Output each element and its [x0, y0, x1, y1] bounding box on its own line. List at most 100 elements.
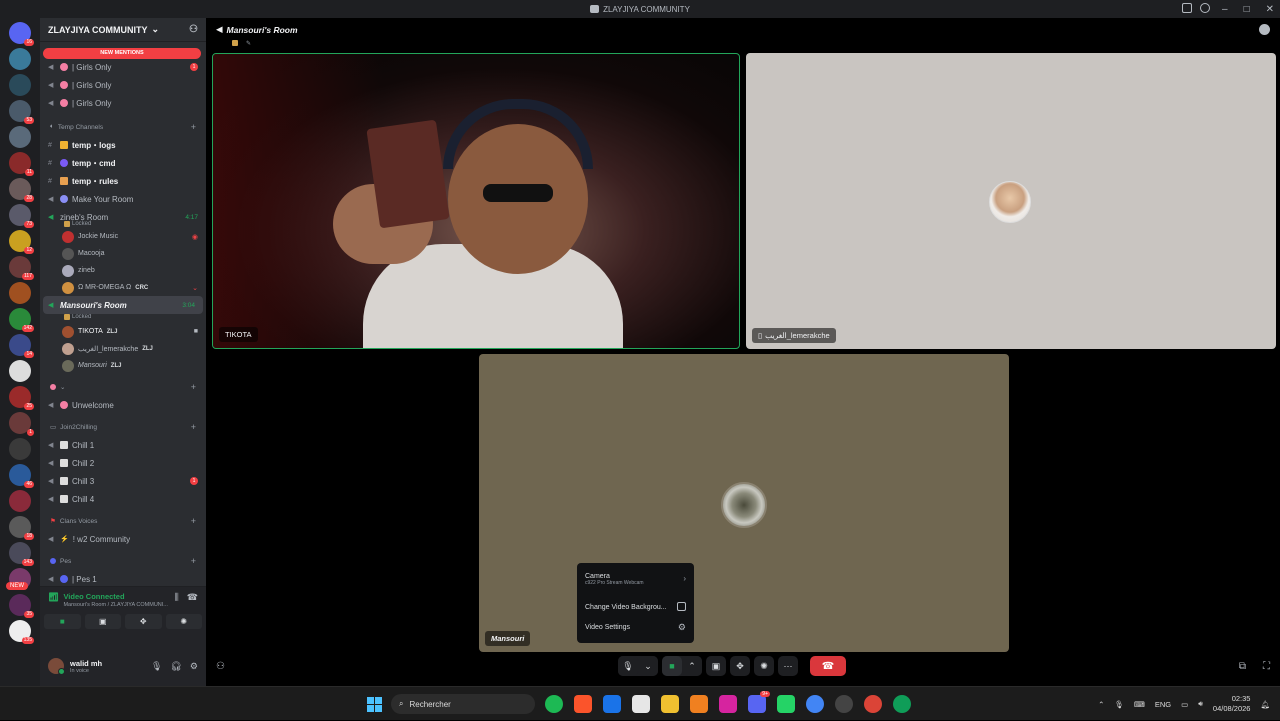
pencil-icon[interactable]: ✎	[246, 40, 251, 47]
server-icon[interactable]	[9, 282, 31, 304]
camera-toggle-button[interactable]: ■	[44, 614, 81, 629]
server-icon[interactable]: 11	[9, 152, 34, 176]
text-channel[interactable]: # temp・cmd	[40, 154, 206, 172]
server-icon[interactable]	[9, 360, 31, 382]
voice-channel[interactable]: ◀︎ Unwelcome	[40, 396, 206, 414]
add-channel-icon[interactable]: +	[191, 122, 196, 132]
inbox-icon[interactable]	[1182, 3, 1192, 13]
voice-channel[interactable]: ◀︎ Chill 1	[40, 436, 206, 454]
chrome-icon[interactable]	[806, 695, 824, 713]
server-icon[interactable]	[9, 438, 31, 460]
server-icon[interactable]	[9, 74, 31, 96]
voice-user[interactable]: Macooja	[40, 245, 206, 262]
language-indicator[interactable]: ENG	[1155, 700, 1171, 709]
add-channel-icon[interactable]: +	[191, 422, 196, 432]
guild-header[interactable]: ZLAYJIYA COMMUNITY ⌄ ⚇	[40, 18, 206, 42]
server-icon[interactable]: 117	[9, 256, 34, 280]
text-channel[interactable]: # temp・logs	[40, 136, 206, 154]
server-icon[interactable]: 25	[9, 386, 34, 410]
microphone-icon[interactable]: 🎙︎	[1114, 700, 1124, 709]
vlc-icon[interactable]	[690, 695, 708, 713]
voice-user[interactable]: Mansouri ZLJ	[40, 357, 206, 374]
clock[interactable]: 02:35 04/08/2026	[1213, 694, 1251, 714]
screen-share-button[interactable]: ▣	[706, 656, 726, 676]
settings-icon[interactable]	[835, 695, 853, 713]
voice-channel[interactable]: ◀︎ | Girls Only	[40, 76, 206, 94]
whatsapp-icon[interactable]	[777, 695, 795, 713]
server-icon[interactable]	[9, 48, 31, 70]
voice-channel[interactable]: ◀︎ Chill 3 1	[40, 472, 206, 490]
category-clans-voices[interactable]: ⚑ Clans Voices +	[40, 512, 206, 530]
gear-icon[interactable]: ⚙	[190, 661, 198, 672]
popout-icon[interactable]: ⧉	[1239, 661, 1246, 672]
server-icon[interactable]: 12	[9, 230, 34, 254]
server-icon[interactable]: 35	[9, 594, 34, 618]
chevron-down-icon[interactable]: ⌄	[638, 656, 658, 676]
keyboard-icon[interactable]: ⌨	[1134, 700, 1145, 709]
text-channel[interactable]: # temp・rules	[40, 172, 206, 190]
close-button[interactable]: ✕	[1266, 4, 1274, 15]
fullscreen-icon[interactable]: ⛶	[1263, 661, 1270, 672]
chrome-profile-icon[interactable]	[893, 695, 911, 713]
voice-channel[interactable]: ◀︎ Chill 4	[40, 490, 206, 508]
signal-icon[interactable]: 📶︎	[48, 592, 59, 603]
voice-channel[interactable]: ◀︎ Chill 2	[40, 454, 206, 472]
microphone-icon[interactable]: 🎙︎	[151, 661, 162, 672]
avatar[interactable]	[48, 658, 65, 675]
chevron-up-icon[interactable]: ⌃	[682, 656, 702, 676]
category-join2chilling[interactable]: ▭ Join2Chilling +	[40, 418, 206, 436]
discord-icon[interactable]: 9+	[748, 691, 770, 713]
voice-user[interactable]: TIKOTA ZLJ ■	[40, 323, 206, 340]
make-room-channel[interactable]: ◀︎ Make Your Room	[40, 190, 206, 208]
server-icon[interactable]: 1	[9, 412, 34, 436]
voice-user[interactable]: Ω MR-OMEGA Ω CRC ⌄	[40, 279, 206, 296]
noise-suppression-icon[interactable]: ⫼	[175, 592, 179, 603]
disconnect-icon[interactable]: ☎︎	[187, 592, 198, 603]
taskbar-search[interactable]: ⌕ Rechercher	[391, 694, 535, 714]
leave-call-button[interactable]: ☎︎	[810, 656, 846, 676]
voice-user[interactable]: Jockie Music ◉	[40, 228, 206, 245]
category-temp-channels[interactable]: 🔈︎ Temp Channels +	[40, 118, 206, 136]
headphones-icon[interactable]: 🎧︎	[170, 661, 181, 672]
spotify-icon[interactable]	[545, 695, 563, 713]
microphone-button[interactable]: 🎙︎	[618, 656, 638, 676]
category-unnamed[interactable]: ⌄ +	[40, 378, 206, 396]
add-channel-icon[interactable]: +	[191, 516, 196, 526]
minimize-button[interactable]: –	[1222, 4, 1228, 15]
server-icon[interactable]: 142	[9, 308, 34, 332]
voice-user[interactable]: الغريب_lemerakche ZLJ	[40, 340, 206, 357]
maximize-button[interactable]: □	[1244, 4, 1250, 15]
home-button[interactable]: 16	[9, 22, 34, 46]
server-icon[interactable]: 14	[9, 334, 34, 358]
chat-icon[interactable]	[1259, 24, 1270, 35]
windows-start-button[interactable]	[367, 697, 382, 712]
network-icon[interactable]: ▭	[1181, 700, 1188, 709]
new-pill[interactable]: NEW	[6, 582, 28, 590]
server-icon[interactable]: 28	[9, 178, 34, 202]
server-icon[interactable]	[9, 126, 31, 148]
activities-button[interactable]: ✥	[125, 614, 162, 629]
voice-channel[interactable]: ◀︎ ⚡ ! w2 Community	[40, 530, 206, 548]
volume-icon[interactable]: 🔊︎	[1198, 699, 1203, 709]
soundboard-button[interactable]: ✺	[165, 614, 202, 629]
chrome-profile-icon[interactable]	[864, 695, 882, 713]
screen-share-button[interactable]: ▣	[84, 614, 121, 629]
store-icon[interactable]	[632, 695, 650, 713]
video-tile-tikota[interactable]: TIKOTA	[212, 53, 740, 349]
add-channel-icon[interactable]: +	[191, 556, 196, 566]
change-background-item[interactable]: Change Video Backgrou...	[585, 597, 686, 617]
server-icon[interactable]: 53	[9, 100, 34, 124]
invite-icon[interactable]: ⚇	[216, 661, 225, 672]
server-icon[interactable]: 143	[9, 542, 34, 566]
activities-button[interactable]: ✥	[730, 656, 750, 676]
add-channel-icon[interactable]: +	[191, 382, 196, 392]
notification-icon[interactable]: 🔔︎	[1260, 700, 1270, 709]
voice-user[interactable]: zineb	[40, 262, 206, 279]
server-icon[interactable]: 18	[9, 516, 34, 540]
help-icon[interactable]	[1200, 3, 1210, 13]
video-tile-lemerakche[interactable]: ▯ الغريب_lemerakche	[746, 53, 1276, 349]
camera-select-item[interactable]: Camera c922 Pro Stream Webcam ›	[585, 569, 686, 589]
brave-icon[interactable]	[574, 695, 592, 713]
camera-button[interactable]: ■	[662, 656, 682, 676]
video-settings-item[interactable]: Video Settings ⚙	[585, 617, 686, 637]
